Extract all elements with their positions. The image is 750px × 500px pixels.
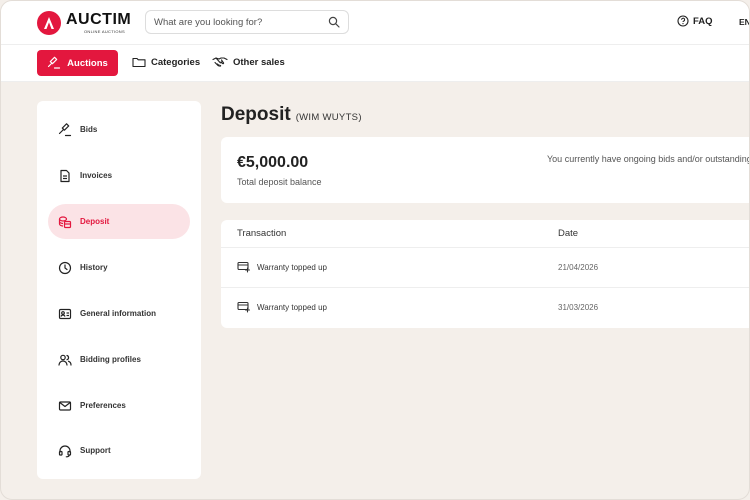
id-card-icon [58,308,72,319]
sidebar-item-label: Support [80,446,111,455]
table-row: Warranty topped up 21/04/2026 [221,248,749,288]
column-header-transaction: Transaction [237,228,287,239]
sidebar-item-label: Bidding profiles [80,355,141,364]
main-nav: Auctions Categories Other sales [1,45,749,82]
users-icon [58,354,72,366]
transaction-name: Warranty topped up [257,302,327,312]
nav-auctions-button[interactable]: Auctions [37,50,118,76]
nav-categories[interactable]: Categories [132,56,200,68]
folder-icon [132,57,146,68]
brand-tagline: ONLINE AUCTIONS [84,29,125,34]
sidebar-item-bidding-profiles[interactable]: Bidding profiles [48,342,190,377]
table-row: Warranty topped up 31/03/2026 [221,288,749,328]
deposit-amount: €5,000.00 [237,154,309,171]
search-box[interactable] [145,10,349,34]
sidebar-item-invoices[interactable]: Invoices [48,158,190,193]
sidebar-item-deposit[interactable]: Deposit [48,204,190,239]
account-sidebar: Bids Invoices Deposit History General in… [37,101,201,479]
sidebar-item-label: Invoices [80,171,113,180]
app-window: AUCTIM ONLINE AUCTIONS FAQ EN [0,0,750,500]
sidebar-item-preferences[interactable]: Preferences [48,388,190,423]
clock-icon [58,261,72,274]
invoice-icon [60,169,70,182]
language-selector[interactable]: EN [739,17,749,27]
account-holder-name: (WIM WUYTS) [295,112,362,123]
nav-other-sales[interactable]: Other sales [212,56,285,68]
gavel-icon [48,56,61,69]
top-header: AUCTIM ONLINE AUCTIONS FAQ EN [1,1,749,45]
sidebar-item-history[interactable]: History [48,250,190,285]
column-header-date: Date [558,228,579,239]
transaction-date: 31/03/2026 [558,303,599,312]
page-title-text: Deposit [221,104,291,125]
sidebar-item-support[interactable]: Support [48,433,190,468]
coins-icon [58,215,72,228]
nav-auctions-label: Auctions [67,57,108,69]
page-title: Deposit (WIM WUYTS) [221,104,362,126]
nav-categories-label: Categories [151,56,201,68]
handshake-icon [212,57,228,67]
transaction-date: 21/04/2026 [558,263,599,272]
transaction-name: Warranty topped up [257,262,327,272]
headset-icon [58,444,72,457]
brand-name: AUCTIM [66,11,132,28]
deposit-balance-card: €5,000.00 Total deposit balance You curr… [221,137,750,203]
table-header: Transaction Date [221,220,749,248]
sidebar-item-label: Preferences [80,401,126,410]
transactions-table: Transaction Date Warranty topped up 21/0… [221,220,749,328]
help-circle-icon [677,15,689,27]
sidebar-item-label: History [80,263,108,272]
card-topup-icon [237,301,251,313]
sidebar-item-label: Deposit [80,217,110,226]
faq-link[interactable]: FAQ [677,15,713,27]
search-icon[interactable] [328,16,340,28]
deposit-amount-label: Total deposit balance [237,177,322,187]
search-input[interactable] [154,16,328,28]
sidebar-item-label: Bids [80,125,98,134]
ongoing-bids-notice: You currently have ongoing bids and/or o… [547,154,750,164]
faq-label: FAQ [693,15,713,27]
nav-other-sales-label: Other sales [233,56,285,68]
mail-icon [58,400,72,411]
logo-mark-icon [37,11,61,35]
sidebar-item-bids[interactable]: Bids [48,112,190,147]
card-topup-icon [237,261,251,273]
sidebar-item-general-information[interactable]: General information [48,296,190,331]
gavel-icon [58,122,72,136]
sidebar-item-label: General information [80,309,157,318]
auctim-logo[interactable]: AUCTIM ONLINE AUCTIONS [37,11,131,35]
